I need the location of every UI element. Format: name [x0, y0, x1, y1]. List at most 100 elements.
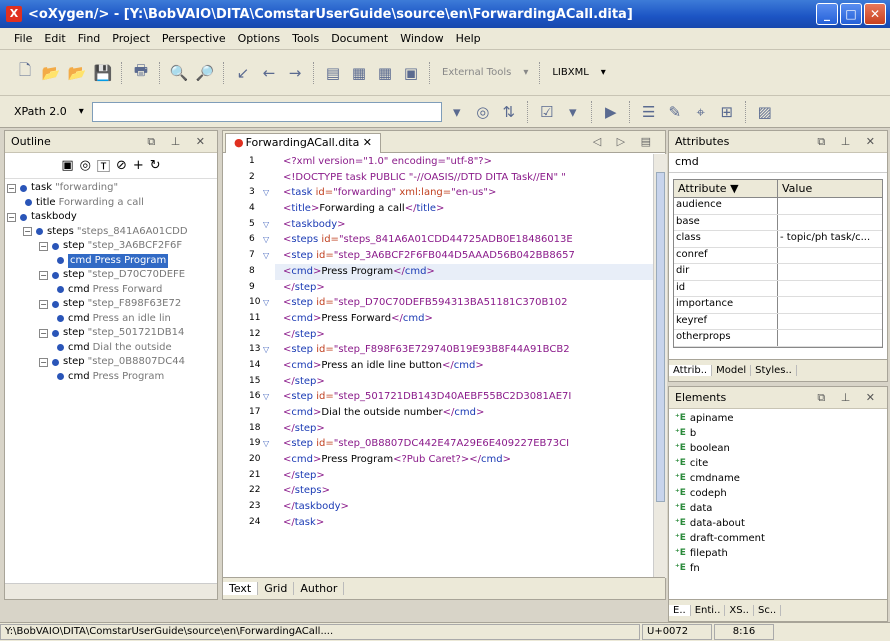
collapse-toggle-icon[interactable]: − — [39, 299, 48, 309]
code-line[interactable]: <cmd>Press an idle line button</cmd> — [275, 358, 653, 374]
code-line[interactable]: <step id="step_3A6BCF2F6FB044D5AAAD56B04… — [275, 248, 653, 264]
collapse-toggle-icon[interactable]: − — [39, 328, 48, 338]
outline-node[interactable]: − step "step_0B8807DC44 — [5, 355, 217, 370]
back-arrow-icon[interactable]: ← — [258, 62, 280, 84]
attribute-value[interactable] — [778, 330, 878, 346]
find-replace-icon[interactable]: 🔎 — [194, 62, 216, 84]
external-tools-button[interactable]: External Tools — [442, 67, 511, 78]
outline-node[interactable]: − steps "steps_841A6A01CDD — [5, 225, 217, 240]
last-edit-icon[interactable]: ↙ — [232, 62, 254, 84]
code-line[interactable]: </step> — [275, 327, 653, 343]
attribute-value[interactable] — [778, 248, 878, 264]
validate-icon[interactable]: ☑ — [536, 101, 558, 123]
panel-controls-icon[interactable]: ⧉ ⊥ ✕ — [817, 391, 881, 405]
forward-arrow-icon[interactable]: → — [284, 62, 306, 84]
open-folder-icon[interactable]: 📂 — [40, 62, 62, 84]
xpath-input[interactable] — [91, 101, 442, 122]
code-line[interactable]: <step id="step_0B8807DC442E47A29E6E40922… — [275, 436, 653, 452]
tree-icon[interactable]: ⊞ — [716, 101, 738, 123]
element-list-item[interactable]: ⁺E data-about — [675, 516, 881, 531]
run-xpath-icon[interactable]: ◎ — [472, 101, 494, 123]
fo-icon[interactable]: ▣ — [400, 62, 422, 84]
panel-controls-icon[interactable]: ⧉ ⊥ ✕ — [817, 135, 881, 149]
menu-perspective[interactable]: Perspective — [156, 32, 232, 45]
menu-tools[interactable]: Tools — [286, 32, 325, 45]
outline-node[interactable]: − step "step_D70C70DEFE — [5, 268, 217, 283]
element-list-item[interactable]: ⁺E fn — [675, 561, 881, 576]
collapse-toggle-icon[interactable]: − — [7, 183, 16, 193]
collapse-toggle-icon[interactable]: − — [39, 357, 48, 367]
tab-grid[interactable]: Grid — [258, 582, 295, 595]
outline-block-icon[interactable]: ⊘ — [116, 158, 127, 173]
chevron-down-icon[interactable]: ▾ — [562, 101, 584, 123]
tab-attrib[interactable]: Attrib.. — [669, 365, 713, 376]
attribute-row[interactable]: keyref — [674, 313, 882, 330]
maximize-button[interactable]: □ — [840, 3, 862, 25]
code-editor[interactable]: 1 2 3 ▽ 4 5 ▽ 6 ▽ 7 ▽ 8 9 10 ▽ 11 12 13 ▽ 14 15 16 ▽ 17 18 19 ▽ 20 2… — [223, 154, 667, 578]
code-line[interactable]: </step> — [275, 374, 653, 390]
code-line[interactable]: <cmd>Press Program<?Pub Caret?></cmd> — [275, 452, 653, 468]
menu-document[interactable]: Document — [325, 32, 394, 45]
menu-options[interactable]: Options — [232, 32, 286, 45]
attribute-row[interactable]: dir — [674, 264, 882, 281]
outline-node[interactable]: − step "step_3A6BCF2F6F — [5, 239, 217, 254]
attribute-value[interactable] — [778, 281, 878, 297]
attribute-value[interactable] — [778, 314, 878, 330]
tab-enti[interactable]: Enti.. — [691, 605, 726, 616]
attribute-value[interactable] — [778, 198, 878, 214]
tab-navigation-icon[interactable]: ◁ ▷ ▤ — [593, 135, 657, 148]
attribute-row[interactable]: conref — [674, 247, 882, 264]
code-line[interactable]: </step> — [275, 421, 653, 437]
outline-show-icon[interactable]: ◎ — [80, 158, 91, 173]
attribute-value[interactable] — [778, 264, 878, 280]
outline-node[interactable]: cmd Press Program — [5, 370, 217, 385]
element-list-item[interactable]: ⁺E b — [675, 426, 881, 441]
run-transformation-icon[interactable]: ▶ — [600, 101, 622, 123]
element-list-item[interactable]: ⁺E filepath — [675, 546, 881, 561]
code-line[interactable]: <!DOCTYPE task PUBLIC "-//OASIS//DTD DIT… — [275, 170, 653, 186]
tab-e[interactable]: E.. — [669, 605, 691, 616]
element-list-item[interactable]: ⁺E cmdname — [675, 471, 881, 486]
outline-add-icon[interactable]: + — [133, 158, 144, 173]
code-line[interactable]: <title>Forwarding a call</title> — [275, 201, 653, 217]
outline-node[interactable]: cmd Press Program — [5, 253, 217, 268]
outline-node[interactable]: − task "forwarding" — [5, 181, 217, 196]
element-list-item[interactable]: ⁺E data — [675, 501, 881, 516]
fold-toggle-icon[interactable]: ▽ — [263, 248, 269, 264]
outline-refresh-icon[interactable]: ↻ — [150, 158, 161, 173]
menu-help[interactable]: Help — [450, 32, 487, 45]
code-line[interactable]: <steps id="steps_841A6A01CDD44725ADB0E18… — [275, 232, 653, 248]
code-line[interactable]: <step id="step_501721DB143D40AEBF55BC2D3… — [275, 389, 653, 405]
chevron-down-icon[interactable]: ▾ — [79, 106, 84, 117]
code-line[interactable]: </task> — [275, 515, 653, 531]
tag-icon[interactable]: ⌖ — [690, 101, 712, 123]
chevron-down-icon[interactable]: ▾ — [523, 67, 528, 78]
collapse-toggle-icon[interactable]: − — [39, 241, 48, 251]
menu-window[interactable]: Window — [394, 32, 449, 45]
tab-text[interactable]: Text — [223, 582, 259, 595]
attribute-row[interactable]: otherprops — [674, 330, 882, 347]
chevron-down-icon[interactable]: ▾ — [601, 67, 606, 78]
fold-toggle-icon[interactable]: ▽ — [263, 342, 269, 358]
menu-find[interactable]: Find — [72, 32, 107, 45]
code-line[interactable]: <taskbody> — [275, 217, 653, 233]
collapse-toggle-icon[interactable]: − — [7, 212, 16, 222]
attribute-value[interactable] — [778, 297, 878, 313]
attribute-row[interactable]: audience — [674, 198, 882, 215]
code-line[interactable]: </step> — [275, 468, 653, 484]
open-url-icon[interactable]: 📂 — [66, 62, 88, 84]
menu-project[interactable]: Project — [106, 32, 156, 45]
element-list-item[interactable]: ⁺E apiname — [675, 411, 881, 426]
save-icon[interactable]: 💾 — [92, 62, 114, 84]
xpath-version-select[interactable]: XPath 2.0 — [14, 105, 71, 118]
code-line[interactable]: <step id="step_D70C70DEFB594313BA51181C3… — [275, 295, 653, 311]
fold-toggle-icon[interactable]: ▽ — [263, 185, 269, 201]
outline-node[interactable]: cmd Press an idle lin — [5, 312, 217, 327]
xslt-icon[interactable]: ▦ — [348, 62, 370, 84]
attribute-value[interactable] — [778, 215, 878, 231]
tab-author[interactable]: Author — [294, 582, 345, 595]
tab-sc[interactable]: Sc.. — [754, 605, 782, 616]
element-list-item[interactable]: ⁺E boolean — [675, 441, 881, 456]
code-line[interactable]: <step id="step_F898F63E729740B19E93B8F44… — [275, 342, 653, 358]
tab-forwardingacall[interactable]: ● ForwardingACall.dita ✕ — [225, 133, 382, 153]
